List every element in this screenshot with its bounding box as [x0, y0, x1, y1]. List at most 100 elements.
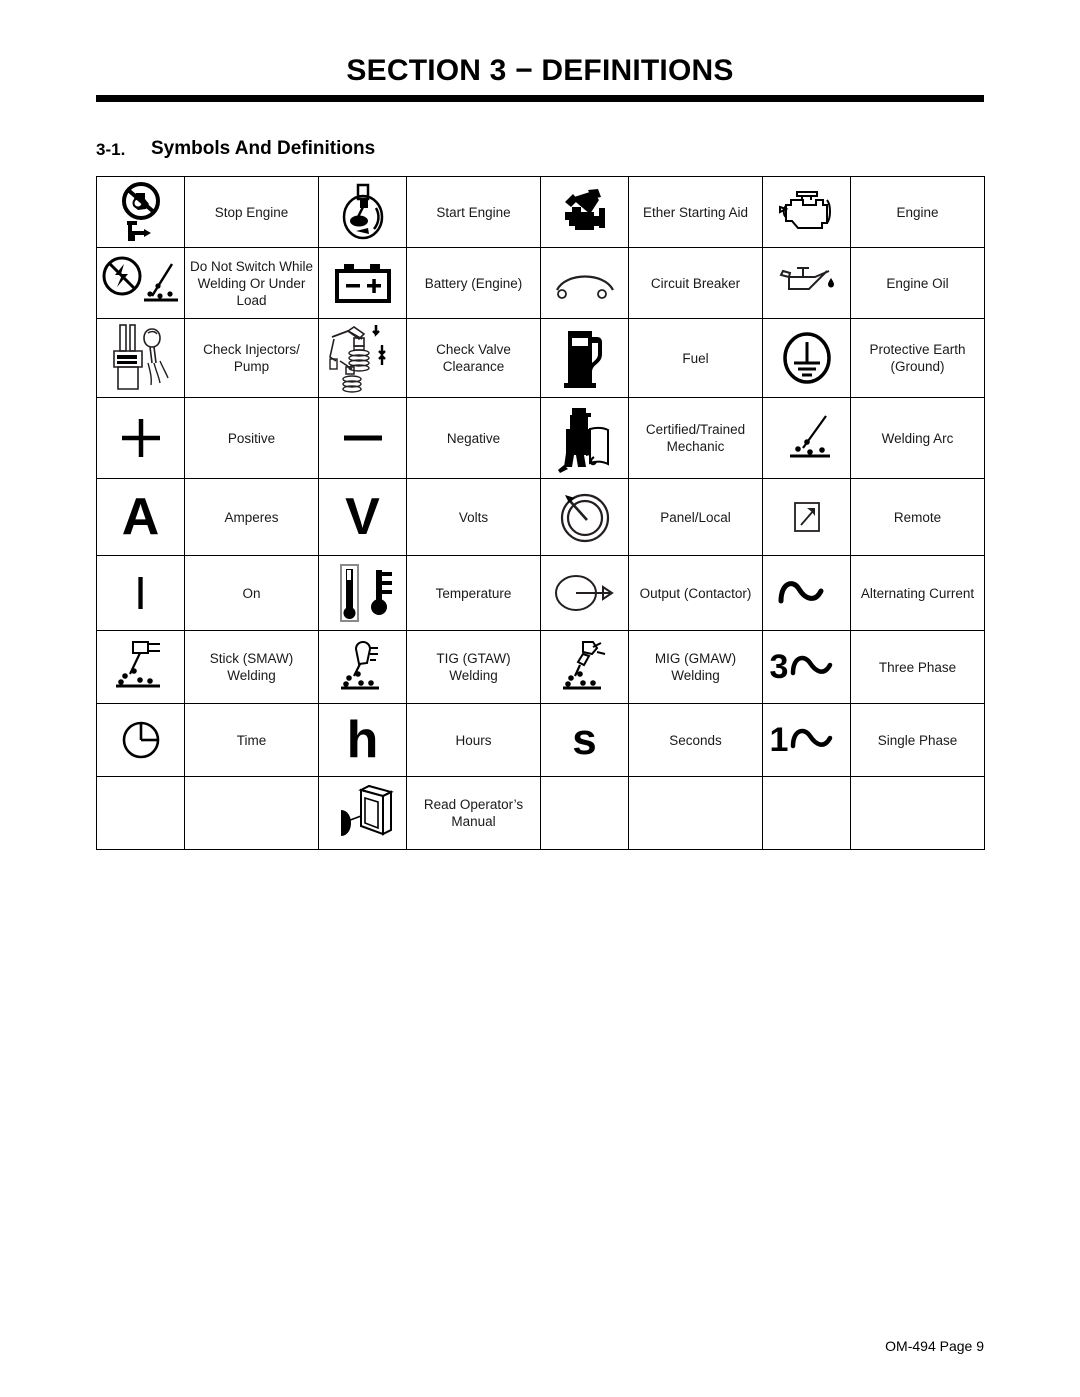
- clock-time-icon: [97, 704, 184, 776]
- footer-page-reference: OM-494 Page 9: [885, 1338, 984, 1354]
- symbol-cell: [318, 176, 407, 248]
- tig-welding-icon: [319, 631, 406, 703]
- symbol-label: [851, 810, 984, 816]
- label-cell: Volts: [406, 478, 541, 556]
- letter-h-glyph: h: [346, 711, 379, 769]
- symbol-cell: [318, 630, 407, 704]
- symbol-label: Seconds: [669, 732, 722, 748]
- single-phase-icon: 1: [763, 704, 850, 776]
- symbol-cell: I: [96, 555, 185, 631]
- certified-mechanic-icon: [541, 398, 628, 478]
- letter-v-glyph: V: [345, 488, 380, 546]
- fuel-pump-icon: [541, 319, 628, 397]
- symbol-cell: h: [318, 703, 407, 777]
- label-cell: Engine: [850, 176, 985, 248]
- symbol-label: Start Engine: [436, 204, 511, 220]
- symbol-cell: [318, 247, 407, 319]
- symbol-cell: V: [318, 478, 407, 556]
- on-bar-glyph: I: [134, 567, 147, 619]
- label-cell: Stick (SMAW) Welding: [184, 630, 319, 704]
- three-phase-icon: 3: [763, 631, 850, 703]
- symbol-cell: [96, 630, 185, 704]
- symbol-cell: [540, 555, 629, 631]
- page-title: SECTION 3 − DEFINITIONS: [346, 54, 734, 87]
- symbol-label: Circuit Breaker: [650, 275, 741, 291]
- read-operators-manual-icon: [319, 777, 406, 849]
- subsection-number: 3-1.: [96, 140, 126, 159]
- symbol-cell: [318, 318, 407, 398]
- symbol-label: Amperes: [224, 509, 279, 525]
- label-cell: Three Phase: [850, 630, 985, 704]
- title-divider: [96, 95, 984, 102]
- stop-engine-icon: [97, 177, 184, 247]
- symbol-label: Stick (SMAW) Welding: [209, 651, 294, 683]
- symbol-label: Volts: [458, 509, 489, 525]
- label-cell: Engine Oil: [850, 247, 985, 319]
- symbol-cell: [540, 478, 629, 556]
- ether-starting-aid-icon: [541, 177, 628, 247]
- letter-s-icon: s: [541, 704, 628, 776]
- minus-sign-icon: [319, 398, 406, 478]
- symbol-cell: [540, 630, 629, 704]
- protective-earth-ground-icon: [763, 319, 850, 397]
- label-cell: Ether Starting Aid: [628, 176, 763, 248]
- label-cell: Remote: [850, 478, 985, 556]
- label-cell: Battery (Engine): [406, 247, 541, 319]
- symbol-cell: [96, 176, 185, 248]
- do-not-switch-icon: [97, 248, 184, 318]
- symbol-label: Time: [236, 732, 267, 748]
- engine-oil-icon: [763, 248, 850, 318]
- engine-icon: [763, 177, 850, 247]
- symbol-label: Single Phase: [877, 732, 958, 748]
- symbol-label: Negative: [446, 430, 501, 446]
- symbol-cell: [762, 397, 851, 479]
- symbol-label: Protective Earth (Ground): [869, 342, 966, 374]
- table-row: Stick (SMAW) Welding TIG (GTAW) Welding …: [96, 630, 985, 704]
- symbol-cell: [540, 318, 629, 398]
- symbol-label: Engine: [896, 204, 939, 220]
- check-injectors-pump-icon: [97, 319, 184, 397]
- label-cell: Panel/Local: [628, 478, 763, 556]
- label-cell: Single Phase: [850, 703, 985, 777]
- symbol-label: [185, 810, 318, 816]
- label-cell: Fuel: [628, 318, 763, 398]
- start-engine-icon: [319, 177, 406, 247]
- symbol-cell: [96, 776, 185, 850]
- symbol-cell: A: [96, 478, 185, 556]
- symbol-cell: [762, 176, 851, 248]
- empty-cell: [97, 777, 184, 849]
- circuit-breaker-icon: [541, 248, 628, 318]
- table-row: I On Temperature Output (Contactor) Alte…: [96, 555, 985, 631]
- table-row: Do Not Switch While Welding Or Under Loa…: [96, 247, 985, 319]
- plus-sign-icon: [97, 398, 184, 478]
- label-cell: Check Injectors/ Pump: [184, 318, 319, 398]
- table-row: A Amperes V Volts Panel/Local Remote: [96, 478, 985, 556]
- empty-cell: [541, 777, 628, 849]
- battery-icon: [319, 248, 406, 318]
- label-cell: Amperes: [184, 478, 319, 556]
- symbols-table: Stop Engine Start Engine Ether Starting …: [96, 176, 985, 850]
- letter-s-glyph: s: [572, 715, 597, 764]
- label-cell: [628, 776, 763, 850]
- symbol-cell: [96, 318, 185, 398]
- label-cell: Start Engine: [406, 176, 541, 248]
- symbol-label: TIG (GTAW) Welding: [436, 651, 511, 683]
- symbol-label: MIG (GMAW) Welding: [654, 651, 737, 683]
- symbol-label: Stop Engine: [214, 204, 289, 220]
- label-cell: Negative: [406, 397, 541, 479]
- label-cell: MIG (GMAW) Welding: [628, 630, 763, 704]
- symbol-label: Fuel: [682, 350, 709, 366]
- symbol-cell: [96, 703, 185, 777]
- label-cell: Temperature: [406, 555, 541, 631]
- label-cell: Stop Engine: [184, 176, 319, 248]
- symbol-cell: [762, 555, 851, 631]
- label-cell: [850, 776, 985, 850]
- symbol-cell: 3: [762, 630, 851, 704]
- label-cell: Output (Contactor): [628, 555, 763, 631]
- symbol-cell: [96, 397, 185, 479]
- label-cell: Circuit Breaker: [628, 247, 763, 319]
- label-cell: Welding Arc: [850, 397, 985, 479]
- symbol-cell: [540, 247, 629, 319]
- symbol-cell: s: [540, 703, 629, 777]
- on-bar-icon: I: [97, 556, 184, 630]
